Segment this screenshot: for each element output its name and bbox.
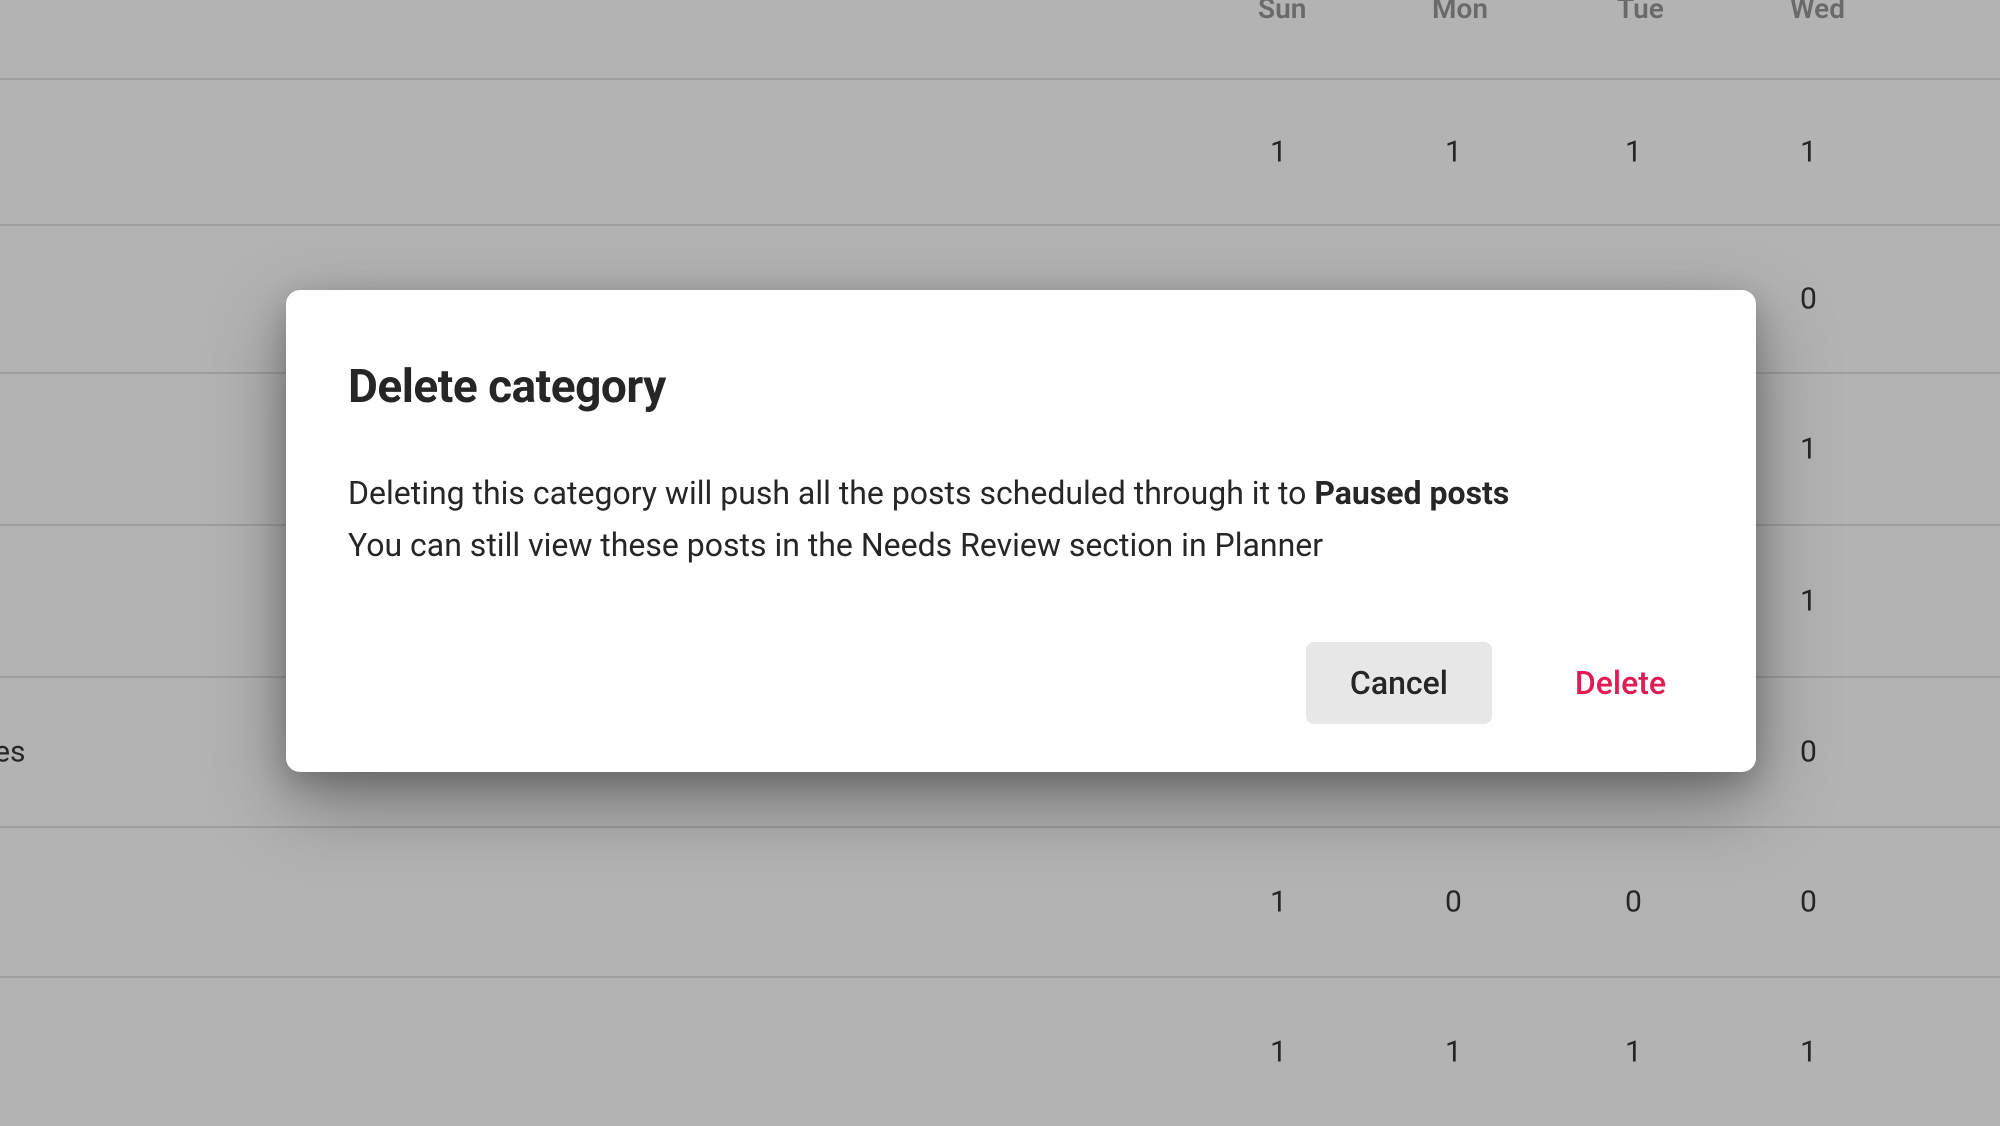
dialog-body: Deleting this category will push all the… xyxy=(348,468,1694,572)
delete-button[interactable]: Delete xyxy=(1547,642,1694,724)
dialog-actions: Cancel Delete xyxy=(348,642,1694,724)
dialog-body-bold: Paused posts xyxy=(1314,474,1509,512)
cancel-button[interactable]: Cancel xyxy=(1306,642,1492,724)
modal-overlay: Delete category Deleting this category w… xyxy=(0,0,2000,1079)
dialog-body-prefix: Deleting this category will push all the… xyxy=(348,474,1314,512)
delete-category-dialog: Delete category Deleting this category w… xyxy=(286,290,1756,772)
dialog-title: Delete category xyxy=(348,360,1694,414)
dialog-body-line2: You can still view these posts in the Ne… xyxy=(348,526,1323,564)
